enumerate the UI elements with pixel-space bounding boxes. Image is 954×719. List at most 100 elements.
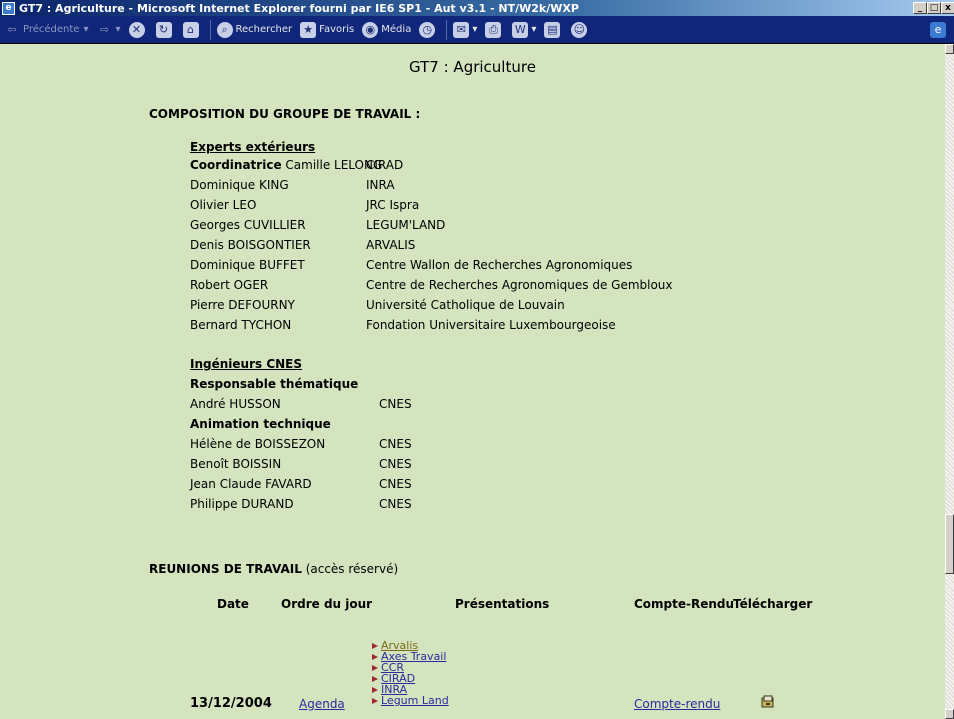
- vertical-scrollbar[interactable]: [945, 44, 954, 719]
- history-icon: ◷: [419, 21, 436, 38]
- coordinator-org: CIRAD: [366, 158, 404, 172]
- expert-org: LEGUM'LAND: [366, 218, 446, 232]
- expert-org: INRA: [366, 178, 395, 192]
- column-header-date: Date: [217, 597, 249, 611]
- cnes-member-name: Benoît BOISSIN: [190, 457, 282, 471]
- browser-toolbar: ⇦ Précédente ▾ ⇨ ▾ ✕ ↻ ⌂ ⌕ Rechercher ★ …: [0, 16, 954, 44]
- mail-icon: ✉: [453, 21, 470, 38]
- coordinator-line: Coordinatrice Camille LELONG: [190, 158, 382, 172]
- column-header-download: Télécharger: [733, 597, 813, 611]
- favorites-button[interactable]: ★ Favoris: [300, 21, 355, 38]
- title-bar: e GT7 : Agriculture - Microsoft Internet…: [0, 0, 954, 16]
- report-link[interactable]: Compte-rendu: [634, 697, 720, 711]
- cnes-member-name: André HUSSON: [190, 397, 281, 411]
- cnes-member-org: CNES: [379, 457, 412, 471]
- word-icon: W: [512, 21, 529, 38]
- print-icon: ⎙: [485, 21, 502, 38]
- refresh-icon: ↻: [155, 21, 172, 38]
- cnes-member-org: CNES: [379, 437, 412, 451]
- bullet-icon: [372, 643, 378, 649]
- meetings-heading: REUNIONS DE TRAVAIL: [149, 562, 302, 576]
- bullet-icon: [372, 687, 378, 693]
- close-button[interactable]: x: [941, 2, 954, 14]
- bullet-icon: [372, 698, 378, 704]
- chevron-down-icon: ▾: [115, 24, 121, 35]
- media-button[interactable]: ◉ Média: [362, 21, 412, 38]
- page-title: GT7 : Agriculture: [409, 58, 536, 76]
- bullet-icon: [372, 654, 378, 660]
- expert-org: Centre de Recherches Agronomiques de Gem…: [366, 278, 673, 292]
- media-icon: ◉: [362, 21, 379, 38]
- favorites-label: Favoris: [319, 24, 355, 35]
- forward-arrow-icon: ⇨: [99, 22, 110, 36]
- expert-name: Denis BOISGONTIER: [190, 238, 311, 252]
- expert-org: Fondation Universitaire Luxembourgeoise: [366, 318, 616, 332]
- print-button[interactable]: ⎙: [485, 21, 504, 38]
- meetings-heading-line: REUNIONS DE TRAVAIL (accès réservé): [149, 562, 398, 576]
- expert-org: Centre Wallon de Recherches Agronomiques: [366, 258, 633, 272]
- home-icon: ⌂: [182, 21, 199, 38]
- back-button[interactable]: ⇦ Précédente ▾: [4, 22, 89, 38]
- chevron-down-icon: ▾: [472, 24, 478, 35]
- column-header-report: Compte-Rendu: [634, 597, 735, 611]
- cnes-member-org: CNES: [379, 497, 412, 511]
- maximize-button[interactable]: □: [927, 2, 941, 14]
- cnes-member-name: Hélène de BOISSEZON: [190, 437, 326, 451]
- home-button[interactable]: ⌂: [182, 21, 202, 38]
- presentation-link[interactable]: Legum Land: [381, 694, 449, 707]
- cnes-member-org: CNES: [379, 397, 412, 411]
- meetings-heading-note: (accès réservé): [305, 562, 399, 576]
- expert-org: JRC Ispra: [366, 198, 420, 212]
- scroll-thumb[interactable]: [945, 514, 954, 574]
- presentation-item-legum-land[interactable]: Legum Land: [372, 695, 449, 706]
- stop-button[interactable]: ✕: [128, 21, 148, 38]
- cnes-member-name: Jean Claude FAVARD: [190, 477, 312, 491]
- ie-icon: e: [2, 1, 15, 15]
- minimize-button[interactable]: _: [913, 2, 927, 14]
- search-label: Rechercher: [235, 24, 293, 35]
- scroll-up-button[interactable]: [945, 44, 954, 54]
- role-thematic: Responsable thématique: [190, 377, 359, 391]
- forward-button[interactable]: ⇨ ▾: [97, 22, 121, 38]
- mail-button[interactable]: ✉ ▾: [453, 21, 478, 38]
- scroll-down-button[interactable]: [945, 709, 954, 719]
- role-technical: Animation technique: [190, 417, 331, 431]
- expert-name: Dominique BUFFET: [190, 258, 305, 272]
- chevron-down-icon: ▾: [83, 24, 89, 35]
- expert-name: Dominique KING: [190, 178, 289, 192]
- search-button[interactable]: ⌕ Rechercher: [216, 21, 293, 38]
- expert-name: Georges CUVILLIER: [190, 218, 306, 232]
- stop-icon: ✕: [128, 21, 145, 38]
- search-icon: ⌕: [216, 21, 233, 38]
- ie-throbber: e: [930, 21, 949, 38]
- toolbar-separator: [209, 19, 211, 40]
- messenger-icon: ☺: [571, 21, 588, 38]
- cnes-member-org: CNES: [379, 477, 412, 491]
- column-header-agenda: Ordre du jour: [281, 597, 373, 611]
- experts-heading: Experts extérieurs: [190, 140, 316, 154]
- chevron-down-icon: ▾: [531, 24, 537, 35]
- download-icon[interactable]: [761, 695, 775, 708]
- cnes-member-name: Philippe DURAND: [190, 497, 294, 511]
- bullet-icon: [372, 676, 378, 682]
- coordinator-role: Coordinatrice: [190, 158, 282, 172]
- agenda-link[interactable]: Agenda: [299, 697, 345, 711]
- media-label: Média: [381, 24, 412, 35]
- refresh-button[interactable]: ↻: [155, 21, 175, 38]
- composition-heading: COMPOSITION DU GROUPE DE TRAVAIL :: [149, 107, 421, 121]
- meeting-date: 13/12/2004: [190, 696, 272, 711]
- column-header-presentations: Présentations: [455, 597, 550, 611]
- back-arrow-icon: ⇦: [7, 22, 17, 36]
- history-button[interactable]: ◷: [419, 21, 438, 38]
- discuss-button[interactable]: ▤: [544, 21, 563, 38]
- favorites-icon: ★: [300, 21, 317, 38]
- window-title: GT7 : Agriculture - Microsoft Internet E…: [19, 1, 579, 15]
- expert-org: Université Catholique de Louvain: [366, 298, 565, 312]
- expert-name: Robert OGER: [190, 278, 269, 292]
- expert-name: Olivier LEO: [190, 198, 257, 212]
- discuss-icon: ▤: [544, 21, 561, 38]
- cnes-heading: Ingénieurs CNES: [190, 357, 303, 371]
- messenger-button[interactable]: ☺: [571, 21, 590, 38]
- ie-logo-icon: e: [930, 21, 946, 38]
- edit-button[interactable]: W ▾: [512, 21, 537, 38]
